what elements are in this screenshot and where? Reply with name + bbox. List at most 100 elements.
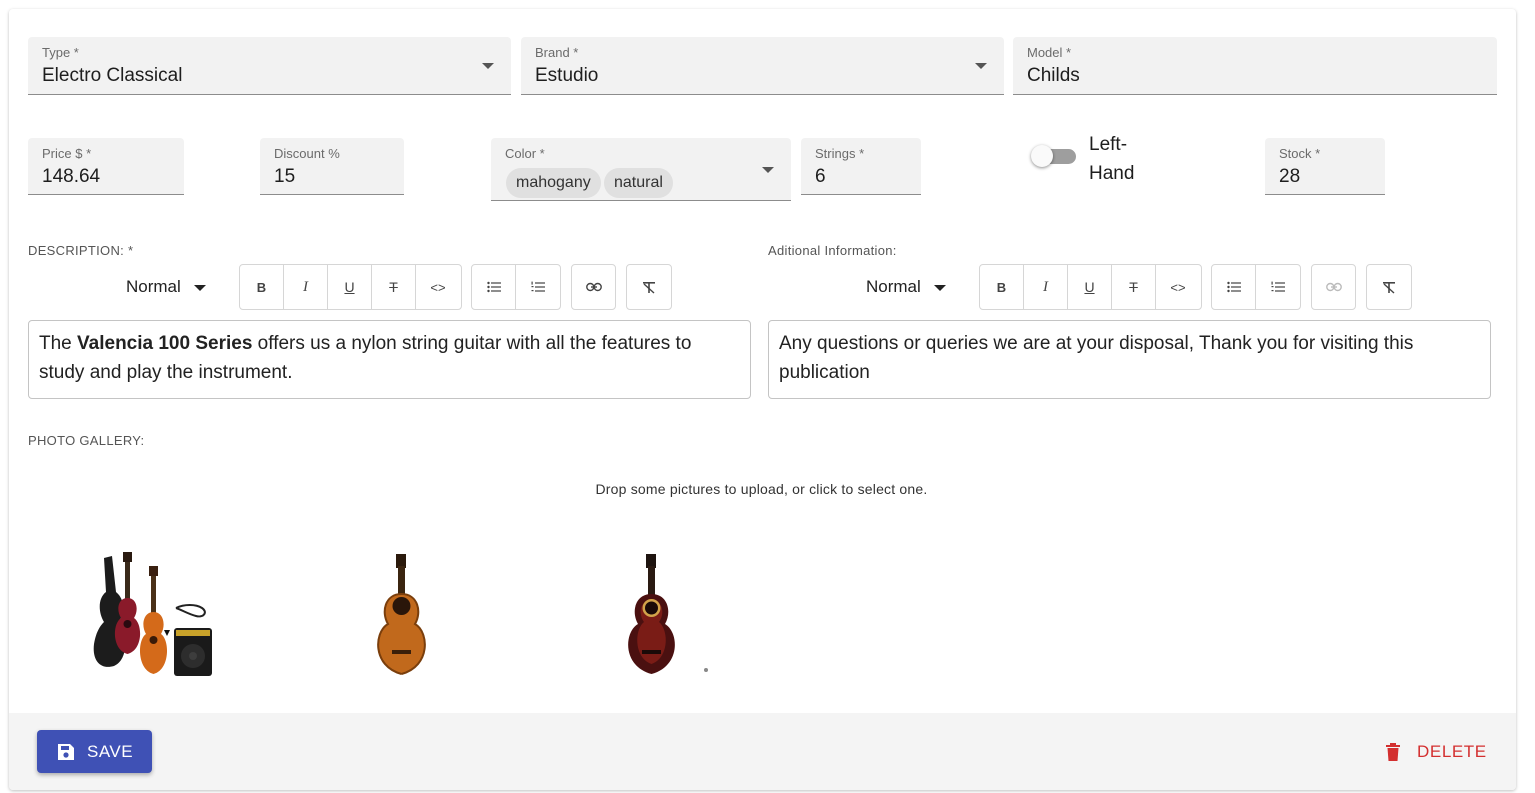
bold-icon: B xyxy=(996,279,1007,295)
underline-button[interactable]: U xyxy=(328,265,372,309)
clear-format-button[interactable] xyxy=(627,265,671,309)
model-label: Model * xyxy=(1027,45,1072,60)
color-label: Color * xyxy=(505,146,545,161)
mahogany-guitar-photo[interactable] xyxy=(608,554,714,678)
model-value: Childs xyxy=(1027,65,1080,86)
bold-button[interactable]: B xyxy=(980,265,1024,309)
description-clear-group xyxy=(626,264,672,310)
format-select-label: Normal xyxy=(866,277,921,296)
link-icon xyxy=(1325,282,1342,292)
additional-info-label: Aditional Information: xyxy=(768,243,897,258)
strikethrough-button[interactable]: T xyxy=(372,265,416,309)
link-icon xyxy=(585,282,602,292)
format-select-label: Normal xyxy=(126,277,181,296)
underline-icon: U xyxy=(1084,279,1095,295)
description-text-bold: Valencia 100 Series xyxy=(77,333,253,354)
numbered-list-icon xyxy=(531,281,545,292)
color-select[interactable]: Color * mahogany natural xyxy=(491,138,791,201)
left-hand-switch-thumb[interactable] xyxy=(1031,145,1053,167)
chevron-down-icon xyxy=(975,63,987,69)
type-label: Type * xyxy=(42,45,79,60)
additional-link-group xyxy=(1311,264,1356,310)
additional-clear-group xyxy=(1366,264,1412,310)
chevron-down-icon xyxy=(762,167,774,173)
italic-button[interactable]: I xyxy=(1024,265,1068,309)
bold-icon: B xyxy=(256,279,267,295)
discount-field[interactable]: Discount % 15 xyxy=(260,138,404,195)
guitar-kit-photo[interactable] xyxy=(92,552,216,678)
clear-format-icon xyxy=(1383,281,1395,294)
dropzone-text[interactable]: Drop some pictures to upload, or click t… xyxy=(0,481,1523,497)
underline-icon: U xyxy=(344,279,355,295)
bullet-list-button[interactable] xyxy=(1212,265,1256,309)
bullet-list-icon xyxy=(1226,281,1241,293)
additional-format-select[interactable]: Normal xyxy=(866,277,946,297)
stock-value: 28 xyxy=(1279,166,1301,187)
discount-label: Discount % xyxy=(274,146,340,161)
additional-inline-format-group: B I U T <> xyxy=(979,264,1202,310)
price-value: 148.64 xyxy=(42,166,101,187)
color-chip-natural[interactable]: natural xyxy=(604,168,673,198)
trash-icon xyxy=(1386,743,1400,761)
additional-info-text: Any questions or queries we are at your … xyxy=(779,333,1414,383)
link-button[interactable] xyxy=(572,265,615,309)
description-editor[interactable]: The Valencia 100 Series offers us a nylo… xyxy=(28,320,751,399)
form-footer xyxy=(9,713,1516,790)
strings-label: Strings * xyxy=(815,146,865,161)
bullet-list-icon xyxy=(486,281,501,293)
natural-guitar-photo[interactable] xyxy=(360,554,444,678)
description-text-start: The xyxy=(39,333,78,354)
brand-label: Brand * xyxy=(535,45,579,60)
type-select[interactable]: Type * Electro Classical xyxy=(28,37,511,95)
additional-info-editor[interactable]: Any questions or queries we are at your … xyxy=(768,320,1491,399)
type-value: Electro Classical xyxy=(42,65,183,86)
brand-value: Estudio xyxy=(535,65,599,86)
strings-field[interactable]: Strings * 6 xyxy=(801,138,921,195)
additional-list-group xyxy=(1211,264,1301,310)
delete-label: DELETE xyxy=(1417,742,1487,761)
link-button-disabled xyxy=(1312,265,1355,309)
code-button[interactable]: <> xyxy=(416,265,460,309)
color-chip-mahogany[interactable]: mahogany xyxy=(506,168,601,198)
italic-icon: I xyxy=(303,278,308,295)
description-link-group xyxy=(571,264,616,310)
strikethrough-icon: T xyxy=(1129,279,1138,295)
delete-button[interactable]: DELETE xyxy=(1386,732,1487,772)
italic-button[interactable]: I xyxy=(284,265,328,309)
underline-button[interactable]: U xyxy=(1068,265,1112,309)
save-icon xyxy=(58,743,74,760)
photo-gallery-label: PHOTO GALLERY: xyxy=(28,433,145,448)
clear-format-icon xyxy=(643,281,655,294)
save-label: SAVE xyxy=(87,741,134,761)
strikethrough-icon: T xyxy=(389,279,398,295)
discount-value: 15 xyxy=(274,166,296,187)
code-icon: <> xyxy=(430,279,446,295)
description-label: DESCRIPTION: * xyxy=(28,243,134,258)
caret-down-icon xyxy=(933,284,946,291)
strings-value: 6 xyxy=(815,166,826,187)
numbered-list-button[interactable] xyxy=(1256,265,1300,309)
price-field[interactable]: Price $ * 148.64 xyxy=(28,138,184,195)
description-format-select[interactable]: Normal xyxy=(126,277,206,297)
caret-down-icon xyxy=(193,284,206,291)
code-icon: <> xyxy=(1170,279,1186,295)
italic-icon: I xyxy=(1043,278,1048,295)
chevron-down-icon xyxy=(482,63,494,69)
product-form-card xyxy=(9,9,1516,790)
left-hand-label: Left-Hand xyxy=(1089,134,1135,184)
price-label: Price $ * xyxy=(42,146,92,161)
bold-button[interactable]: B xyxy=(240,265,284,309)
code-button[interactable]: <> xyxy=(1156,265,1200,309)
save-button[interactable]: SAVE xyxy=(37,730,152,773)
bullet-list-button[interactable] xyxy=(472,265,516,309)
stock-field[interactable]: Stock * 28 xyxy=(1265,138,1385,195)
stock-label: Stock * xyxy=(1279,146,1321,161)
clear-format-button[interactable] xyxy=(1367,265,1411,309)
description-list-group xyxy=(471,264,561,310)
numbered-list-button[interactable] xyxy=(516,265,560,309)
numbered-list-icon xyxy=(1271,281,1285,292)
description-inline-format-group: B I U T <> xyxy=(239,264,462,310)
strikethrough-button[interactable]: T xyxy=(1112,265,1156,309)
model-field[interactable]: Model * Childs xyxy=(1013,37,1497,95)
brand-select[interactable]: Brand * Estudio xyxy=(521,37,1004,95)
